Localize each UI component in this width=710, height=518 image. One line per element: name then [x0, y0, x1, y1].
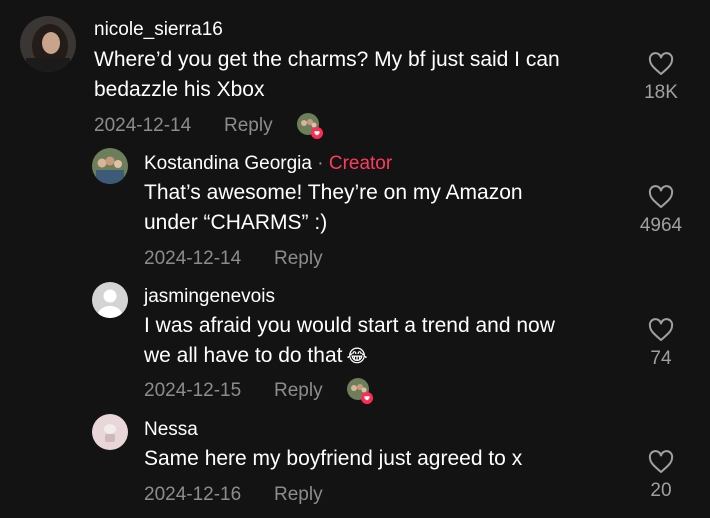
avatar[interactable] — [92, 148, 128, 184]
avatar[interactable] — [92, 414, 128, 450]
comment-text-line: Where’d you get the charms? My bf just s… — [94, 48, 560, 71]
comment-text: Same here my boyfriend just agreed to x — [144, 444, 624, 474]
comment-date: 2024-12-14 — [144, 248, 242, 269]
creator-liked-icon — [296, 112, 324, 140]
comment-text: That’s awesome! They’re on my Amazon und… — [144, 178, 624, 238]
creator-name[interactable]: Kostandina Georgia — [144, 153, 312, 174]
comment-username[interactable]: nicole_sierra16 — [94, 19, 223, 41]
comment-text-line: Same here my boyfriend just agreed to x — [144, 447, 523, 470]
heart-icon — [648, 318, 674, 341]
heart-icon — [648, 52, 674, 75]
comment-text-line: under “CHARMS” :) — [144, 211, 328, 234]
comment-text-line: I was afraid you would start a trend and… — [144, 314, 555, 337]
avatar[interactable] — [20, 16, 76, 72]
default-avatar-icon[interactable] — [92, 282, 128, 318]
reply-button[interactable]: Reply — [274, 380, 323, 402]
comment-username[interactable]: Nessa — [144, 419, 198, 441]
like-count: 4964 — [639, 215, 683, 236]
like-count: 18K — [644, 82, 678, 103]
tears-of-joy-emoji: 😂 — [346, 346, 368, 367]
like-button[interactable]: 4964 — [626, 185, 696, 237]
reply-button[interactable]: Reply — [224, 115, 273, 137]
separator: · — [317, 153, 324, 174]
comment-text: I was afraid you would start a trend and… — [144, 311, 624, 371]
reply-button[interactable]: Reply — [274, 484, 323, 506]
comment-text-line: we all have to do that 😂 — [144, 341, 624, 371]
like-button[interactable]: 74 — [626, 318, 696, 370]
comment-date: 2024-12-16 — [144, 484, 242, 505]
heart-icon — [648, 185, 674, 208]
comment-username[interactable]: jasmingenevois — [144, 286, 275, 308]
like-button[interactable]: 18K — [626, 52, 696, 104]
reply-button[interactable]: Reply — [274, 248, 323, 270]
like-count: 74 — [650, 348, 672, 369]
comment-text-line: bedazzle his Xbox — [94, 78, 265, 101]
comment-username[interactable]: Kostandina Georgia · Creator — [144, 153, 392, 175]
like-button[interactable]: 20 — [626, 450, 696, 502]
comment-text: Where’d you get the charms? My bf just s… — [94, 45, 634, 105]
comment-date: 2024-12-15 — [144, 380, 242, 401]
creator-badge: Creator — [328, 153, 393, 174]
creator-liked-icon — [346, 377, 374, 405]
like-count: 20 — [650, 480, 672, 501]
heart-icon — [648, 450, 674, 473]
comment-date: 2024-12-14 — [94, 115, 192, 136]
comment-text-line: That’s awesome! They’re on my Amazon — [144, 181, 523, 204]
